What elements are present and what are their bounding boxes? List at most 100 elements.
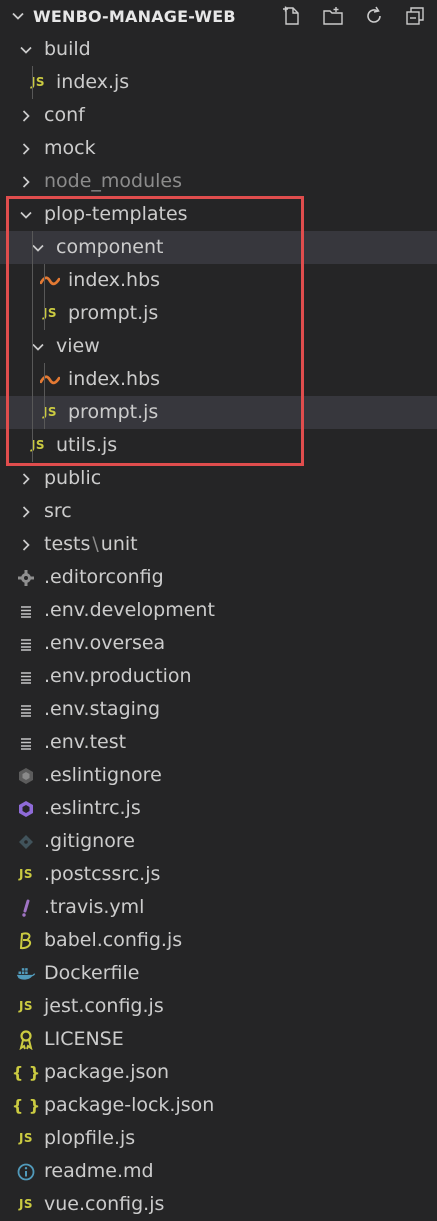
new-folder-icon[interactable] <box>321 3 345 29</box>
chevron-right-icon[interactable] <box>16 99 36 132</box>
tree-item-name: .env.test <box>44 731 127 753</box>
tree-folder-item[interactable]: plop-templates <box>0 198 437 231</box>
tree-folder-item[interactable]: node_modules <box>0 165 437 198</box>
tree-file-item[interactable]: .eslintignore <box>0 759 437 792</box>
tree-item-name: readme.md <box>44 1160 154 1182</box>
tree-item-name: src <box>44 500 72 522</box>
indent-guide <box>32 66 33 99</box>
tree-item-name: node_modules <box>44 170 183 192</box>
handlebars-file-icon <box>40 264 60 297</box>
tree-item-name: index.js <box>56 71 130 93</box>
yaml-file-icon <box>16 891 36 924</box>
tree-item-name: prompt.js <box>68 401 159 423</box>
chevron-right-icon[interactable] <box>16 528 36 561</box>
chevron-down-icon[interactable] <box>28 330 48 363</box>
chevron-right-icon[interactable] <box>16 132 36 165</box>
tree-file-item[interactable]: JS vue.config.js <box>0 1188 437 1221</box>
tree-file-item[interactable]: .env.development <box>0 594 437 627</box>
tree-item-name: plop-templates <box>44 203 188 225</box>
tree-item-label: index.js <box>56 66 129 99</box>
json-file-icon: { } <box>11 1063 41 1082</box>
tree-file-item[interactable]: .gitignore <box>0 825 437 858</box>
tree-item-label: .env.test <box>44 726 126 759</box>
chevron-down-icon[interactable] <box>16 198 36 231</box>
explorer-title[interactable]: WENBO-MANAGE-WEB <box>33 7 236 26</box>
chevron-right-icon[interactable] <box>16 165 36 198</box>
tree-item-label: Dockerfile <box>44 957 139 990</box>
text-file-icon <box>16 594 36 627</box>
tree-file-item[interactable]: JS plopfile.js <box>0 1122 437 1155</box>
tree-item-label: utils.js <box>56 429 117 462</box>
tree-file-item[interactable]: index.hbs <box>0 264 437 297</box>
tree-file-item[interactable]: .editorconfig <box>0 561 437 594</box>
indent-guide <box>44 363 45 429</box>
collapse-all-icon[interactable] <box>403 3 427 29</box>
tree-file-item[interactable]: JS utils.js <box>0 429 437 462</box>
tree-file-item[interactable]: index.hbs <box>0 363 437 396</box>
chevron-right-icon[interactable] <box>16 495 36 528</box>
tree-folder-item[interactable]: tests \ unit <box>0 528 437 561</box>
tree-file-item[interactable]: LICENSE <box>0 1023 437 1056</box>
tree-item-name: babel.config.js <box>44 929 183 951</box>
tree-file-item[interactable]: .env.staging <box>0 693 437 726</box>
tree-folder-item[interactable]: mock <box>0 132 437 165</box>
tree-folder-item[interactable]: public <box>0 462 437 495</box>
tree-item-name: prompt.js <box>68 302 159 324</box>
tree-folder-item[interactable]: component <box>0 231 437 264</box>
explorer-actions <box>280 3 427 29</box>
tree-item-name: vue.config.js <box>44 1193 165 1215</box>
new-file-icon[interactable] <box>280 3 304 29</box>
tree-item-label: .travis.yml <box>44 891 144 924</box>
tree-item-name: conf <box>44 104 85 126</box>
tree-file-item[interactable]: .eslintrc.js <box>0 792 437 825</box>
tree-item-name[interactable]: unit <box>101 533 138 555</box>
tree-item-label: .env.staging <box>44 693 160 726</box>
tree-item-label: .env.development <box>44 594 215 627</box>
tree-file-item[interactable]: .env.production <box>0 660 437 693</box>
gear-icon <box>16 561 36 594</box>
chevron-right-icon[interactable] <box>16 462 36 495</box>
tree-item-name: .eslintignore <box>44 764 162 786</box>
tree-folder-item[interactable]: src <box>0 495 437 528</box>
tree-folder-item[interactable]: conf <box>0 99 437 132</box>
tree-file-item[interactable]: JS prompt.js <box>0 297 437 330</box>
tree-folder-item[interactable]: view <box>0 330 437 363</box>
tree-item-name: .travis.yml <box>44 896 145 918</box>
license-icon <box>16 1023 36 1056</box>
tree-item-label: src <box>44 495 72 528</box>
tree-folder-item[interactable]: build <box>0 33 437 66</box>
tree-file-item[interactable]: JS jest.config.js <box>0 990 437 1023</box>
info-icon <box>16 1155 36 1188</box>
tree-file-item[interactable]: JS prompt.js <box>0 396 437 429</box>
chevron-down-icon[interactable] <box>12 10 24 22</box>
file-tree: build JS index.js conf mock node_modules plop-… <box>0 33 437 1221</box>
chevron-down-icon[interactable] <box>16 33 36 66</box>
tree-item-name: plopfile.js <box>44 1127 136 1149</box>
javascript-file-icon: JS <box>42 306 58 320</box>
tree-item-label: package-lock.json <box>44 1089 214 1122</box>
tree-item-label: tests \ unit <box>44 528 138 561</box>
tree-file-item[interactable]: .env.test <box>0 726 437 759</box>
tree-file-item[interactable]: .env.oversea <box>0 627 437 660</box>
tree-item-name: jest.config.js <box>44 995 164 1017</box>
javascript-file-icon: JS <box>18 1197 34 1211</box>
tree-item-label: view <box>56 330 100 363</box>
tree-item-name: index.hbs <box>68 269 161 291</box>
eslint-icon <box>16 792 36 825</box>
tree-file-item[interactable]: { } package-lock.json <box>0 1089 437 1122</box>
javascript-file-icon: JS <box>30 75 46 89</box>
tree-file-item[interactable]: .travis.yml <box>0 891 437 924</box>
tree-file-item[interactable]: Dockerfile <box>0 957 437 990</box>
tree-file-item[interactable]: JS index.js <box>0 66 437 99</box>
chevron-down-icon[interactable] <box>28 231 48 264</box>
tree-item-label: component <box>56 231 164 264</box>
refresh-icon[interactable] <box>362 3 386 29</box>
tree-file-item[interactable]: readme.md <box>0 1155 437 1188</box>
tree-item-name: utils.js <box>56 434 118 456</box>
tree-file-item[interactable]: JS .postcssrc.js <box>0 858 437 891</box>
tree-item-label: .postcssrc.js <box>44 858 160 891</box>
tree-file-item[interactable]: { } package.json <box>0 1056 437 1089</box>
tree-item-name: component <box>56 236 164 258</box>
tree-item-name: build <box>44 38 91 60</box>
tree-file-item[interactable]: babel.config.js <box>0 924 437 957</box>
